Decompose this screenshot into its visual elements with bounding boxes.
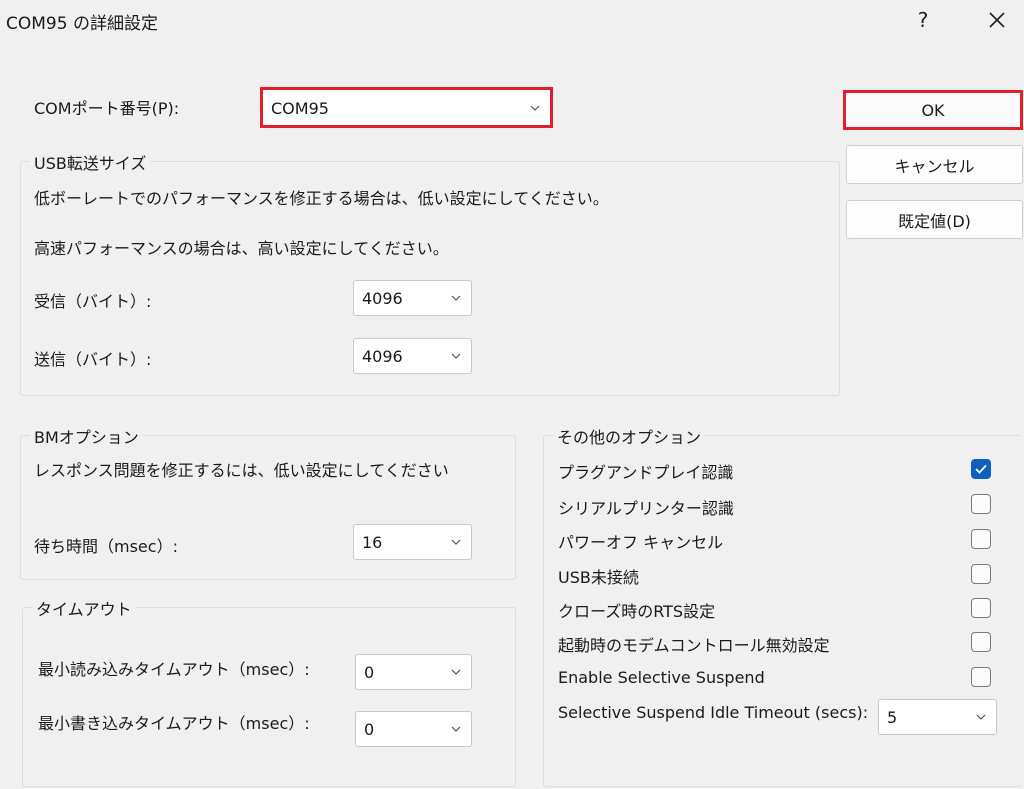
close-button[interactable] bbox=[974, 4, 1020, 36]
idle-timeout-label: Selective Suspend Idle Timeout (secs): bbox=[558, 703, 869, 722]
option-label-rts-on-close: クローズ時のRTS設定 bbox=[558, 602, 716, 621]
default-button[interactable]: 既定値(D) bbox=[846, 200, 1023, 239]
read-timeout-value: 0 bbox=[364, 663, 375, 682]
receive-size-value: 4096 bbox=[362, 289, 403, 308]
write-timeout-value: 0 bbox=[364, 720, 375, 739]
latency-label: 待ち時間（msec）: bbox=[34, 537, 178, 556]
latency-value: 16 bbox=[362, 533, 383, 552]
com-port-value: COM95 bbox=[271, 99, 329, 118]
com-port-label: COMポート番号(P): bbox=[34, 99, 180, 118]
checkbox-serial-printer[interactable] bbox=[971, 494, 991, 514]
checkbox-rts-on-close[interactable] bbox=[971, 598, 991, 618]
receive-label: 受信（バイト）: bbox=[34, 292, 152, 311]
help-button[interactable]: ? bbox=[900, 4, 946, 36]
ok-button[interactable]: OK bbox=[843, 90, 1023, 130]
usb-note-high: 高速パフォーマンスの場合は、高い設定にしてください。 bbox=[34, 239, 449, 258]
option-label-serial-printer: シリアルプリンター認識 bbox=[558, 499, 734, 518]
bm-group-title: BMオプション bbox=[30, 424, 143, 448]
chevron-down-icon bbox=[451, 669, 461, 675]
latency-select[interactable]: 16 bbox=[353, 524, 472, 560]
read-timeout-select[interactable]: 0 bbox=[355, 654, 472, 690]
cancel-button[interactable]: キャンセル bbox=[846, 145, 1023, 184]
idle-timeout-value: 5 bbox=[887, 708, 898, 727]
checkbox-pnp[interactable] bbox=[971, 459, 991, 479]
read-timeout-label: 最小読み込みタイムアウト（msec）: bbox=[38, 660, 310, 679]
check-icon bbox=[975, 464, 987, 474]
window-title: COM95 の詳細設定 bbox=[6, 14, 158, 34]
receive-size-select[interactable]: 4096 bbox=[353, 280, 472, 316]
chevron-down-icon bbox=[451, 726, 461, 732]
checkbox-modem-ctrl[interactable] bbox=[971, 632, 991, 652]
close-icon bbox=[989, 12, 1005, 28]
usb-group-title: USB転送サイズ bbox=[30, 150, 151, 174]
bm-note: レスポンス問題を修正するには、低い設定にしてください bbox=[34, 461, 449, 480]
misc-group-title: その他のオプション bbox=[553, 424, 706, 448]
chevron-down-icon bbox=[451, 295, 461, 301]
checkbox-power-off[interactable] bbox=[971, 529, 991, 549]
com-port-select[interactable]: COM95 bbox=[260, 87, 553, 128]
option-label-usb-disconnect: USB未接続 bbox=[558, 568, 639, 587]
option-label-modem-ctrl: 起動時のモデムコントロール無効設定 bbox=[558, 636, 830, 655]
write-timeout-select[interactable]: 0 bbox=[355, 711, 472, 747]
usb-note-low: 低ボーレートでのパフォーマンスを修正する場合は、低い設定にしてください。 bbox=[34, 189, 609, 208]
write-timeout-label: 最小書き込みタイムアウト（msec）: bbox=[38, 714, 310, 733]
transmit-size-value: 4096 bbox=[362, 347, 403, 366]
option-label-pnp: プラグアンドプレイ認識 bbox=[558, 463, 734, 482]
checkbox-usb-disconnect[interactable] bbox=[971, 564, 991, 584]
transmit-label: 送信（バイト）: bbox=[34, 350, 152, 369]
timeouts-group bbox=[22, 607, 516, 787]
option-label-power-off: パワーオフ キャンセル bbox=[558, 533, 724, 552]
chevron-down-icon bbox=[976, 714, 986, 720]
option-label-selective-suspend: Enable Selective Suspend bbox=[558, 668, 765, 687]
timeouts-group-title: タイムアウト bbox=[32, 596, 136, 620]
checkbox-selective-suspend[interactable] bbox=[971, 667, 991, 687]
chevron-down-icon bbox=[451, 539, 461, 545]
transmit-size-select[interactable]: 4096 bbox=[353, 338, 472, 374]
chevron-down-icon bbox=[451, 353, 461, 359]
idle-timeout-select[interactable]: 5 bbox=[878, 699, 997, 735]
chevron-down-icon bbox=[530, 105, 540, 111]
title-bar: COM95 の詳細設定 ? bbox=[0, 0, 1024, 44]
